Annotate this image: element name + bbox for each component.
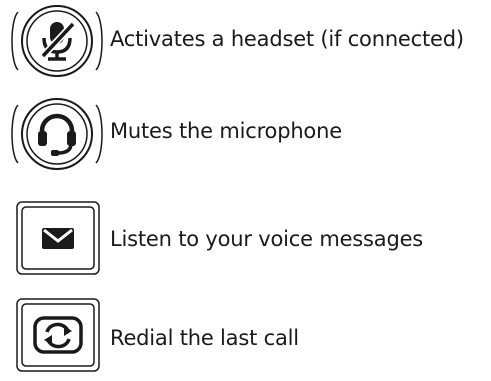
legend-label-redial: Redial the last call <box>110 326 299 350</box>
legend-row-mute: Mutes the microphone <box>0 93 491 183</box>
legend-row-messages: Listen to your voice messages <box>0 195 491 285</box>
legend-row-headset: Activates a headset (if connected) <box>0 0 491 90</box>
legend-label-headset: Activates a headset (if connected) <box>110 27 464 51</box>
legend-row-redial: Redial the last call <box>0 290 491 380</box>
legend-label-messages: Listen to your voice messages <box>110 227 424 251</box>
legend-label-mute: Mutes the microphone <box>110 119 342 143</box>
phone-buttons-legend: { "items": [ { "icon": "mute-microphone-… <box>0 0 491 381</box>
